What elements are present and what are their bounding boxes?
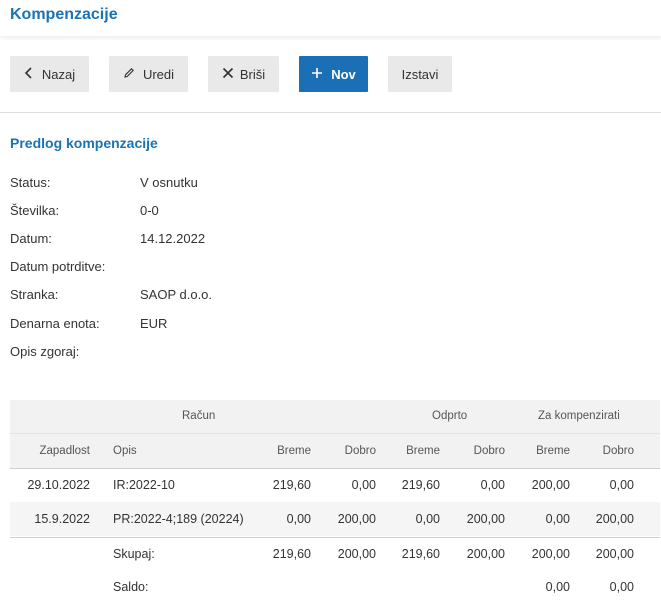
cell-racun-breme: 0,00 (286, 512, 311, 526)
date-label: Datum: (10, 231, 52, 246)
description-label: Opis zgoraj: (10, 344, 80, 359)
saldo-row: Saldo: 0,00 0,00 (10, 571, 660, 605)
cell-racun-dobro: 200,00 (337, 512, 376, 526)
col-komp-dobro[interactable]: Dobro (603, 445, 634, 457)
col-odprto-breme[interactable]: Breme (406, 445, 440, 457)
delete-button-label: Briši (239, 66, 266, 82)
date-value: 14.12.2022 (140, 231, 206, 246)
col-racun-dobro[interactable]: Dobro (345, 445, 376, 457)
col-zapadlost[interactable]: Zapadlost (39, 445, 90, 457)
cell-odprto-dobro: 200,00 (466, 512, 505, 526)
total-odprto-dobro: 200,00 (466, 547, 505, 561)
new-button-label: Nov (331, 66, 356, 82)
edit-button[interactable]: Uredi (109, 56, 188, 92)
total-row: Skupaj: 219,60 200,00 219,60 200,00 200,… (10, 537, 660, 571)
back-button[interactable]: Nazaj (10, 56, 89, 92)
cell-odprto-breme: 0,00 (415, 512, 440, 526)
table-row[interactable]: 29.10.2022 IR:2022-10 219,60 0,00 219,60… (10, 468, 660, 502)
customer-label: Stranka: (10, 287, 59, 302)
cell-komp-breme: 200,00 (531, 478, 570, 492)
close-icon (222, 67, 234, 81)
issue-button-label: Izstavi (401, 66, 439, 82)
number-value: 0-0 (140, 203, 159, 218)
col-odprto-dobro[interactable]: Dobro (474, 445, 505, 457)
saldo-komp-breme: 0,00 (545, 580, 570, 594)
status-label: Status: (10, 175, 51, 190)
saldo-label: Saldo: (113, 580, 149, 594)
pencil-icon (123, 67, 135, 81)
divider (0, 112, 661, 113)
issue-button[interactable]: Izstavi (388, 56, 452, 92)
plus-icon (311, 67, 323, 81)
cell-odprto-dobro: 0,00 (480, 478, 505, 492)
new-button[interactable]: Nov (299, 56, 368, 92)
total-racun-breme: 219,60 (272, 547, 311, 561)
total-komp-breme: 200,00 (531, 547, 570, 561)
chevron-left-icon (24, 67, 34, 81)
page-title: Kompenzacije (10, 6, 118, 23)
col-racun-breme[interactable]: Breme (277, 445, 311, 457)
cell-odprto-breme: 219,60 (401, 478, 440, 492)
toolbar: Nazaj Uredi Briši Nov Izstavi (0, 56, 661, 92)
cell-racun-breme: 219,60 (272, 478, 311, 492)
app-header: Kompenzacije (0, 0, 661, 36)
col-komp-breme[interactable]: Breme (536, 445, 570, 457)
cell-zapadlost: 29.10.2022 (27, 478, 90, 492)
currency-value: EUR (140, 316, 168, 331)
customer-value: SAOP d.o.o. (140, 287, 213, 302)
cell-opis: IR:2022-10 (113, 478, 175, 492)
confirmation-date-label: Datum potrditve: (10, 259, 106, 274)
table-column-header: Zapadlost Opis Breme Dobro Breme Dobro B… (10, 433, 660, 469)
total-racun-dobro: 200,00 (337, 547, 376, 561)
cell-racun-dobro: 0,00 (351, 478, 376, 492)
total-label: Skupaj: (113, 547, 155, 561)
table-row[interactable]: 15.9.2022 PR:2022-4;189 (20224) 0,00 200… (10, 502, 660, 536)
currency-label: Denarna enota: (10, 316, 100, 331)
cell-komp-dobro: 0,00 (609, 478, 634, 492)
col-opis[interactable]: Opis (113, 445, 137, 457)
cell-komp-breme: 0,00 (545, 512, 570, 526)
status-value: V osnutku (140, 175, 198, 190)
delete-button[interactable]: Briši (208, 56, 279, 92)
group-header-za-kompenzirati: Za kompenzirati (538, 410, 620, 422)
edit-button-label: Uredi (142, 66, 175, 82)
cell-komp-dobro: 200,00 (595, 512, 634, 526)
saldo-komp-dobro: 0,00 (609, 580, 634, 594)
table-group-header: Račun Odprto Za kompenzirati (10, 400, 660, 433)
total-komp-dobro: 200,00 (595, 547, 634, 561)
back-button-label: Nazaj (41, 66, 76, 82)
section-title: Predlog kompenzacije (10, 135, 158, 151)
number-label: Številka: (10, 203, 60, 218)
group-header-odprto: Odprto (432, 410, 468, 422)
cell-zapadlost: 15.9.2022 (34, 512, 90, 526)
group-header-racun: Račun (182, 410, 216, 422)
cell-opis: PR:2022-4;189 (20224) (113, 512, 244, 526)
total-odprto-breme: 219,60 (401, 547, 440, 561)
